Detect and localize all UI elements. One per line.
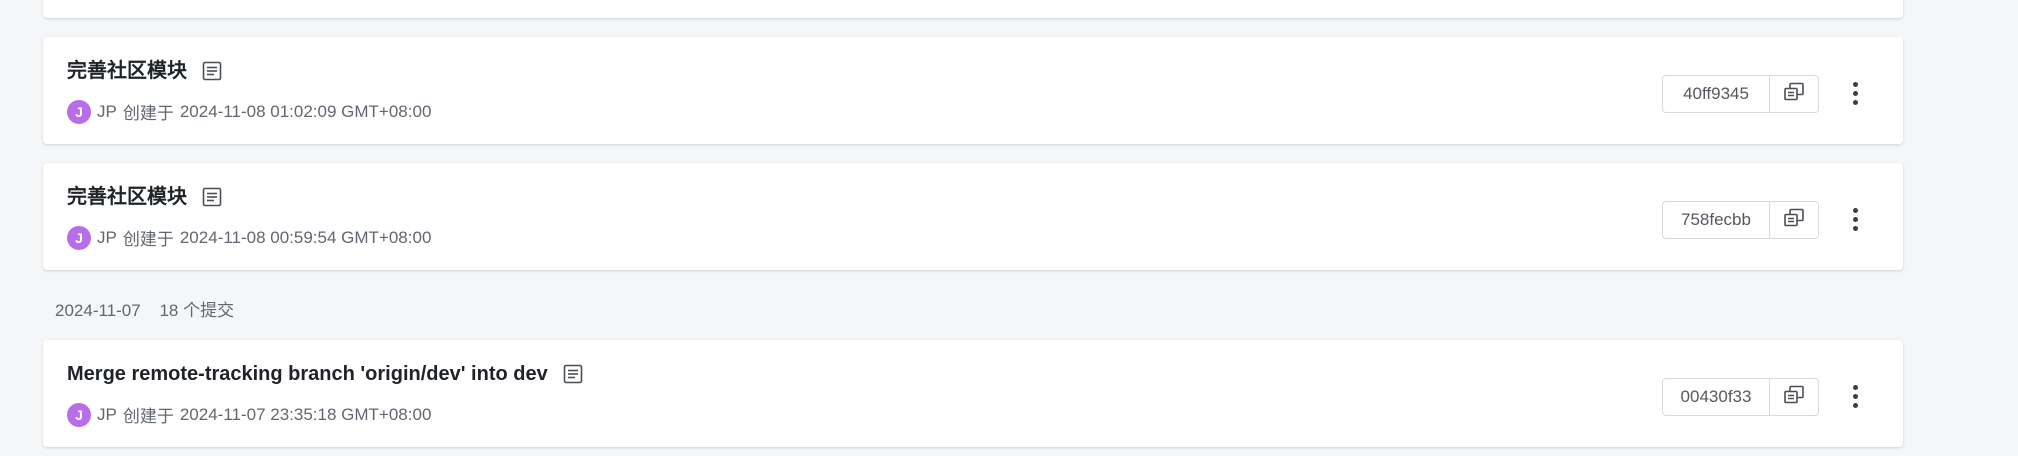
commit-hash[interactable]: 40ff9345 [1663,76,1770,112]
more-vertical-icon [1852,207,1858,213]
commit-card: Merge remote-tracking branch 'origin/dev… [43,340,1903,447]
avatar[interactable]: J [67,402,91,427]
created-label: 创建于 [122,230,174,249]
copy-hash-button[interactable] [1770,202,1818,238]
commit-hash[interactable]: 758fecbb [1663,202,1770,238]
commit-list-page: 完善社区模块 J JP 创建于 2024-11-08 01:02:09 GMT+… [0,0,2018,456]
group-date: 2024-11-07 [55,301,141,320]
commit-title[interactable]: 完善社区模块 [67,57,187,85]
created-label: 创建于 [122,407,174,426]
commit-timestamp: 2024-11-08 01:02:09 GMT+08:00 [179,101,432,121]
more-vertical-icon [1852,384,1858,390]
more-actions-button[interactable] [1845,378,1865,414]
more-actions-button[interactable] [1845,201,1865,237]
doc-lines-icon[interactable] [201,60,223,82]
author-name[interactable]: JP [97,102,117,122]
copy-icon [1783,82,1805,107]
author-name[interactable]: JP [97,405,117,425]
doc-lines-icon[interactable] [201,186,223,208]
commit-meta: J JP 创建于 2024-11-08 00:59:54 GMT+08:00 [67,225,431,250]
author-name[interactable]: JP [97,228,117,248]
commit-card: 完善社区模块 J JP 创建于 2024-11-08 01:02:09 GMT+… [43,37,1903,144]
copy-icon [1783,208,1805,233]
commit-timestamp: 2024-11-07 23:35:18 GMT+08:00 [179,404,432,424]
group-commit-count: 18 个提交 [159,301,235,320]
copy-icon [1783,385,1805,410]
commit-title-row: 完善社区模块 [67,57,223,85]
created-label: 创建于 [122,104,174,123]
commit-card: 完善社区模块 J JP 创建于 2024-11-08 00:59:54 GMT+… [43,163,1903,270]
commit-timestamp: 2024-11-08 00:59:54 GMT+08:00 [179,227,432,247]
copy-hash-button[interactable] [1770,76,1818,112]
commit-meta: J JP 创建于 2024-11-07 23:35:18 GMT+08:00 [67,402,431,427]
commit-hash[interactable]: 00430f33 [1663,379,1770,415]
commit-hash-group: 40ff9345 [1662,75,1819,113]
commit-title[interactable]: 完善社区模块 [67,183,187,211]
commit-title-row: 完善社区模块 [67,183,223,211]
doc-lines-icon[interactable] [562,363,584,385]
commit-hash-group: 00430f33 [1662,378,1819,416]
more-vertical-icon [1852,81,1858,87]
more-actions-button[interactable] [1845,75,1865,111]
avatar[interactable]: J [67,99,91,124]
avatar[interactable]: J [67,225,91,250]
commit-title[interactable]: Merge remote-tracking branch 'origin/dev… [67,360,548,388]
commit-hash-group: 758fecbb [1662,201,1819,239]
commit-title-row: Merge remote-tracking branch 'origin/dev… [67,360,584,388]
commit-group-header: 2024-11-07 18 个提交 [55,296,234,321]
commit-card-partial [43,0,1903,18]
commit-meta: J JP 创建于 2024-11-08 01:02:09 GMT+08:00 [67,99,431,124]
copy-hash-button[interactable] [1770,379,1818,415]
